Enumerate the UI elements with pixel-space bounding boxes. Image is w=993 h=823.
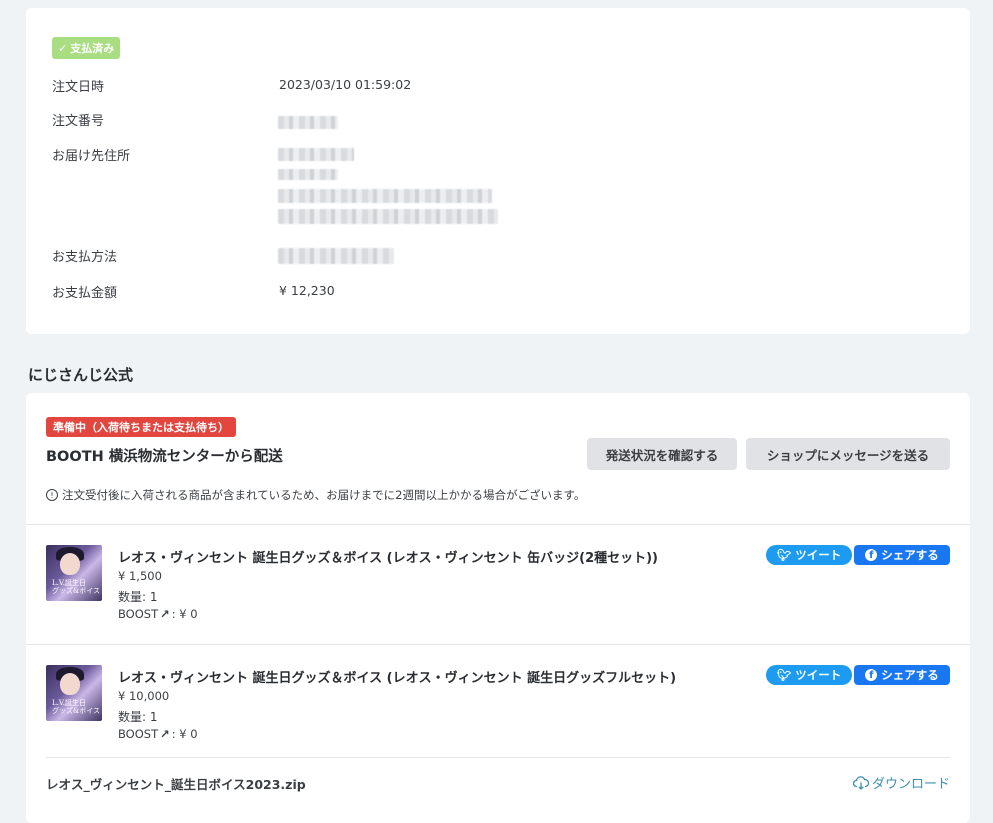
order-number-redacted [278,116,338,129]
twitter-bird-icon: 🐦︎ [776,548,792,562]
boost-arrow-icon: ↗ [160,607,170,621]
order-date-value: 2023/03/10 01:59:02 [279,77,412,92]
shop-order-card: 準備中（入荷待ちまたは支払待ち） BOOTH 横浜物流センターから配送 発送状況… [26,393,970,823]
item-boost: BOOST ↗ : ¥ 0 [118,727,198,741]
boost-value: : ¥ 0 [171,727,198,741]
download-link[interactable]: ダウンロード [852,773,950,792]
facebook-share-button[interactable]: f シェアする [854,665,950,685]
item-boost: BOOST ↗ : ¥ 0 [118,607,198,621]
boost-arrow-icon: ↗ [160,727,170,741]
shipping-notice: ! 注文受付後に入荷される商品が含まれているため、お届けまでに2週間以上かかる場… [46,487,585,503]
paid-status-badge: ✓ 支払済み [52,37,121,59]
address-redacted-line-3 [278,189,492,203]
boost-label: BOOST [118,607,159,621]
tweet-button[interactable]: 🐦︎ ツイート [766,545,852,565]
item-thumbnail[interactable]: L.V.誕生日 グッズ&ボイス [46,545,102,601]
shipping-origin-title: BOOTH 横浜物流センターから配送 [46,449,283,465]
divider [26,644,970,645]
order-item: L.V.誕生日 グッズ&ボイス レオス・ヴィンセント 誕生日グッズ＆ボイス (レオ… [46,545,950,635]
payment-method-redacted [278,248,394,264]
item-price: ¥ 1,500 [118,569,162,583]
shop-name[interactable]: にじさんじ公式 [28,364,133,385]
facebook-icon: f [865,549,878,561]
order-date-label: 注文日時 [52,80,105,95]
item-title-link[interactable]: レオス・ヴィンセント 誕生日グッズ＆ボイス (レオス・ヴィンセント 誕生日グッズ… [118,667,676,686]
order-info-card: ✓ 支払済み 注文日時 2023/03/10 01:59:02 注文番号 お届け… [26,8,970,334]
item-quantity: 数量: 1 [118,710,158,724]
message-shop-button[interactable]: ショップにメッセージを送る [746,438,950,470]
item-thumbnail[interactable]: L.V.誕生日 グッズ&ボイス [46,665,102,721]
download-file-name: レオス_ヴィンセント_誕生日ボイス2023.zip [46,777,306,792]
tweet-button[interactable]: 🐦︎ ツイート [766,665,852,685]
item-title-link[interactable]: レオス・ヴィンセント 誕生日グッズ＆ボイス (レオス・ヴィンセント 缶バッジ(2… [118,547,658,566]
paid-status-label: 支払済み [70,42,115,55]
item-quantity: 数量: 1 [118,590,158,604]
shipping-address-label: お届け先住所 [52,149,131,164]
check-icon: ✓ [58,41,68,55]
payment-amount-value: ¥ 12,230 [279,283,335,298]
cloud-download-icon [852,775,869,790]
payment-amount-label: お支払金額 [52,286,118,301]
shipping-notice-text: 注文受付後に入荷される商品が含まれているため、お届けまでに2週間以上かかる場合が… [62,488,586,502]
share-label: シェアする [881,668,939,682]
order-number-label: 注文番号 [52,114,105,129]
address-redacted-line-4 [278,209,498,224]
payment-method-label: お支払方法 [52,250,118,265]
boost-label: BOOST [118,727,159,741]
address-redacted-line-2 [278,169,338,180]
info-icon: ! [46,489,58,501]
twitter-bird-icon: 🐦︎ [776,668,792,682]
address-redacted-line-1 [278,148,354,161]
boost-value: : ¥ 0 [171,607,198,621]
check-shipping-status-button[interactable]: 発送状況を確認する [587,438,737,470]
tweet-label: ツイート [795,548,842,562]
tweet-label: ツイート [795,668,842,682]
preparing-status-badge: 準備中（入荷待ちまたは支払待ち） [46,417,236,437]
divider [26,524,970,525]
divider [46,757,950,758]
item-price: ¥ 10,000 [118,689,170,703]
facebook-share-button[interactable]: f シェアする [854,545,950,565]
order-item: L.V.誕生日 グッズ&ボイス レオス・ヴィンセント 誕生日グッズ＆ボイス (レオ… [46,665,950,755]
download-label: ダウンロード [871,777,950,792]
facebook-icon: f [865,669,878,681]
share-label: シェアする [881,548,939,562]
